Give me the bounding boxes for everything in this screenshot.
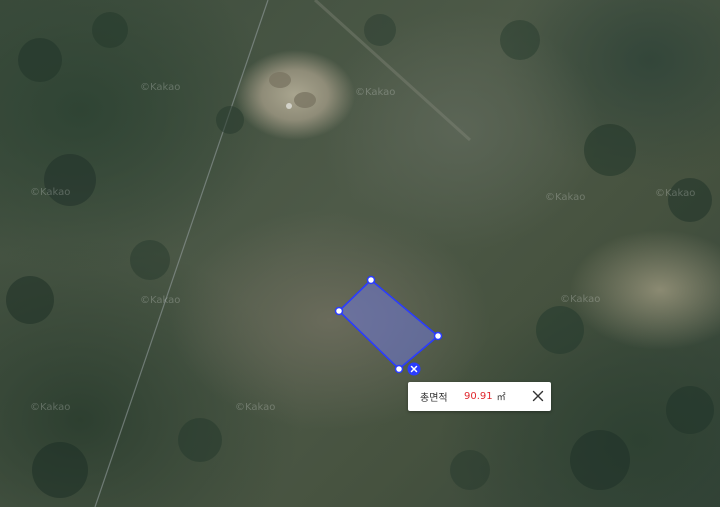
polygon-vertex-handle[interactable] bbox=[433, 331, 443, 341]
svg-text:©Kakao: ©Kakao bbox=[140, 295, 180, 306]
svg-text:©Kakao: ©Kakao bbox=[655, 188, 695, 199]
svg-text:©Kakao: ©Kakao bbox=[30, 187, 70, 198]
svg-text:©Kakao: ©Kakao bbox=[235, 402, 275, 413]
total-area-value: 90.91 bbox=[464, 391, 493, 402]
area-unit: ㎡ bbox=[496, 393, 506, 403]
svg-text:©Kakao: ©Kakao bbox=[355, 87, 395, 98]
svg-text:©Kakao: ©Kakao bbox=[140, 82, 180, 93]
svg-text:©Kakao: ©Kakao bbox=[545, 192, 585, 203]
delete-shape-button[interactable] bbox=[407, 362, 421, 376]
close-icon bbox=[532, 390, 544, 402]
map-imagery: ©Kakao ©Kakao ©Kakao ©Kakao ©Kakao ©Kaka… bbox=[6, 0, 714, 507]
grave-mounds bbox=[269, 72, 316, 109]
area-measurement[interactable] bbox=[334, 275, 443, 376]
polygon-vertex-handle[interactable] bbox=[334, 306, 344, 316]
forest-canopy bbox=[6, 12, 714, 498]
measured-area-polygon[interactable] bbox=[337, 278, 440, 371]
svg-text:©Kakao: ©Kakao bbox=[30, 402, 70, 413]
polygon-vertex-handle[interactable] bbox=[394, 364, 404, 374]
svg-text:©Kakao: ©Kakao bbox=[560, 294, 600, 305]
total-area-label: 총면적 bbox=[420, 393, 448, 404]
polygon-vertex-handle[interactable] bbox=[366, 275, 376, 285]
satellite-map[interactable]: ©Kakao ©Kakao ©Kakao ©Kakao ©Kakao ©Kaka… bbox=[0, 0, 720, 507]
close-tooltip-button[interactable] bbox=[531, 389, 545, 403]
area-result-tooltip: 총면적 90.91 ㎡ bbox=[408, 382, 551, 411]
